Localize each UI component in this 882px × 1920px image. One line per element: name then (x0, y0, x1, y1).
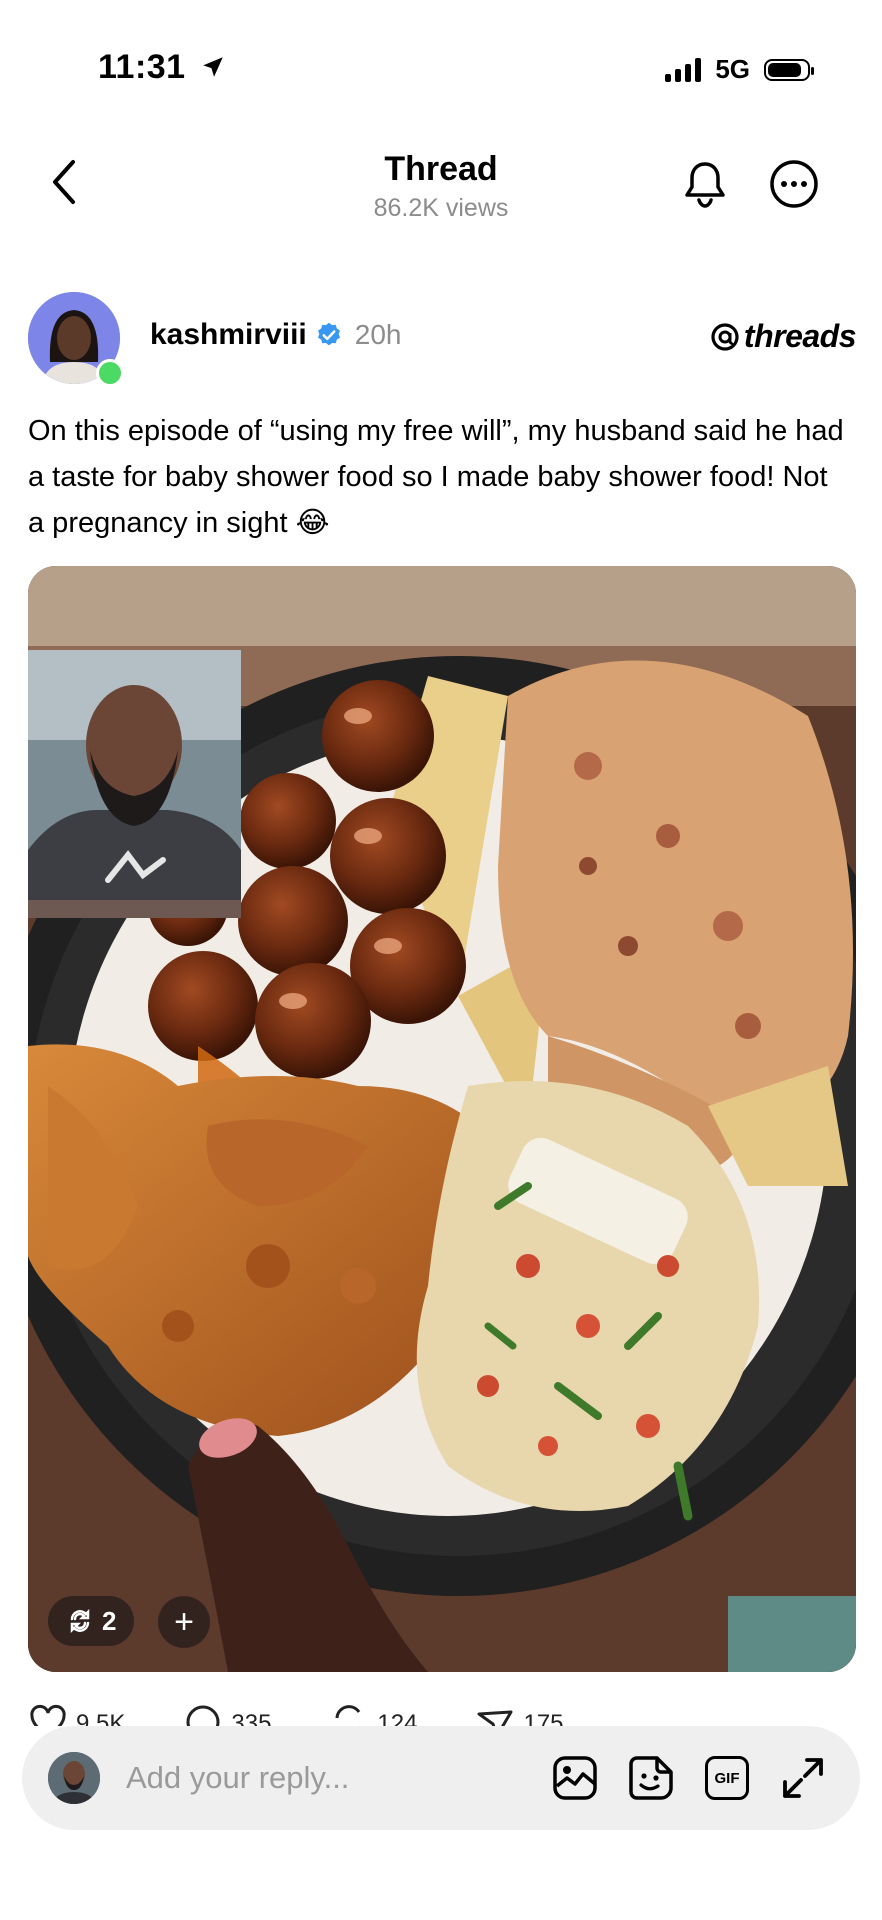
post-body-text: On this episode of “using my free will”,… (28, 415, 844, 539)
battery-icon (764, 58, 814, 81)
post-time: 20h (354, 319, 402, 350)
bell-icon (685, 162, 725, 208)
reply-bar: GIF (22, 1726, 860, 1830)
share-action[interactable]: 175 (475, 1702, 564, 1726)
signal-icon (665, 57, 702, 82)
online-status-dot (96, 359, 124, 387)
repost-count: 2 (102, 1605, 117, 1636)
threads-wordmark: threads (743, 318, 857, 354)
repost-icon (335, 1705, 362, 1726)
repost-action[interactable]: 124 (329, 1702, 417, 1726)
status-time-text: 11:31 (98, 48, 186, 86)
more-icon (770, 160, 818, 208)
location-arrow-icon (202, 57, 223, 77)
repost-count-chip[interactable]: 2 (48, 1596, 135, 1646)
reply-avatar (48, 1752, 100, 1804)
threads-logo[interactable]: threads (710, 318, 857, 355)
plus-label: + (174, 1602, 194, 1641)
threads-at-icon (711, 322, 739, 351)
network-label: 5G (715, 54, 750, 84)
author-row: kashmirviii 20h (150, 318, 401, 352)
reply-avatar-photo (48, 1752, 100, 1804)
verified-badge-icon (317, 322, 340, 346)
repost-icon (70, 1608, 90, 1634)
status-time: 11:31 (98, 48, 226, 87)
gif-label: GIF (714, 1769, 740, 1787)
status-indicators: 5G (665, 54, 814, 85)
reply-tools: GIF (550, 1753, 828, 1803)
heart-icon (30, 1704, 66, 1726)
sticker-button[interactable] (626, 1753, 676, 1803)
more-options-button[interactable] (768, 158, 820, 210)
sticker-icon (629, 1756, 673, 1800)
video-overlay-frame (28, 650, 241, 918)
notifications-button[interactable] (680, 158, 730, 210)
image-button[interactable] (550, 1753, 600, 1803)
reply-input[interactable] (124, 1759, 550, 1797)
repost-count-label: 124 (377, 1710, 418, 1726)
add-button[interactable]: + (158, 1596, 210, 1648)
expand-button[interactable] (778, 1753, 828, 1803)
post-actions: 9.5K 335 124 175 (28, 1702, 564, 1726)
like-count: 9.5K (76, 1710, 126, 1726)
video-overlay[interactable] (28, 650, 241, 918)
share-count: 175 (523, 1710, 564, 1726)
comment-icon (186, 1705, 220, 1726)
view-count: 86.2K views (373, 194, 509, 222)
image-icon (553, 1756, 597, 1800)
page-title: Thread (384, 150, 498, 188)
send-icon (477, 1710, 513, 1726)
gif-button[interactable]: GIF (702, 1753, 752, 1803)
gif-icon: GIF (705, 1756, 749, 1800)
author-username[interactable]: kashmirviii (150, 318, 307, 352)
expand-icon (783, 1758, 823, 1798)
reply-action[interactable]: 335 (183, 1702, 271, 1726)
reply-count: 335 (231, 1710, 272, 1726)
like-action[interactable]: 9.5K (28, 1702, 125, 1726)
